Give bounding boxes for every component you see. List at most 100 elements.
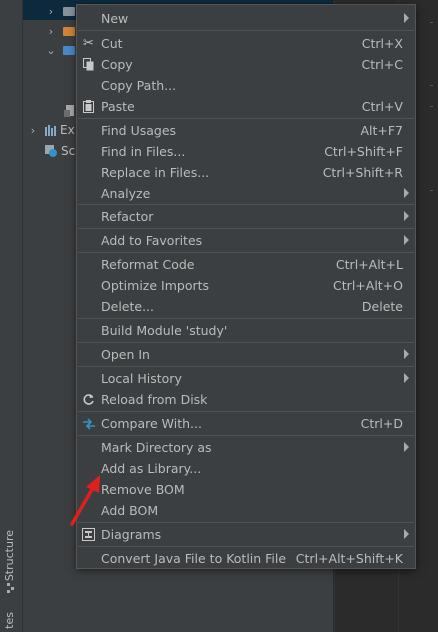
menu-item-label: Convert Java File to Kotlin File <box>101 551 287 566</box>
tree-row[interactable] <box>64 101 76 121</box>
menu-item-shortcut: Ctrl+Alt+L <box>335 257 403 272</box>
tree-row[interactable]: › <box>45 1 75 21</box>
menu-item-label: Refactor <box>101 209 154 224</box>
compare-arrows-icon <box>81 416 96 431</box>
menu-item-local-history[interactable]: Local History <box>77 368 415 389</box>
menu-item-label: Compare With... <box>101 416 202 431</box>
left-tool-strip: Structure tes <box>0 0 23 632</box>
menu-item-label: Paste <box>101 99 135 114</box>
favorites-tool-tab[interactable]: tes <box>3 612 16 629</box>
folder-icon <box>63 6 75 16</box>
submenu-arrow-icon <box>404 442 409 452</box>
menu-item-copy-path[interactable]: Copy Path... <box>77 75 415 96</box>
menu-item-add-to-favorites[interactable]: Add to Favorites <box>77 230 415 251</box>
menu-separator <box>78 204 414 205</box>
menu-item-new[interactable]: New <box>77 8 415 29</box>
menu-item-cut[interactable]: ✂ Cut Ctrl+X <box>77 33 415 54</box>
menu-item-label: Copy Path... <box>101 78 177 93</box>
clipboard-icon <box>81 99 96 114</box>
menu-item-mark-directory-as[interactable]: Mark Directory as <box>77 437 415 458</box>
source-folder-icon <box>63 45 75 55</box>
menu-item-replace-in-files[interactable]: Replace in Files... Ctrl+Shift+R <box>77 162 415 183</box>
menu-item-label: Find Usages <box>101 123 177 138</box>
menu-separator <box>78 30 414 31</box>
menu-item-shortcut: Alt+F7 <box>360 123 403 138</box>
menu-item-label: Find in Files... <box>101 144 186 159</box>
menu-item-shortcut: Ctrl+Shift+F <box>324 144 403 159</box>
menu-item-refactor[interactable]: Refactor <box>77 206 415 227</box>
menu-item-analyze[interactable]: Analyze <box>77 183 415 204</box>
menu-item-label: Diagrams <box>101 527 162 542</box>
menu-item-delete[interactable]: Delete... Delete <box>77 296 415 317</box>
submenu-arrow-icon <box>404 349 409 359</box>
menu-item-label: Delete... <box>101 299 154 314</box>
chevron-right-icon[interactable]: › <box>27 124 39 137</box>
menu-item-add-bom[interactable]: Add BOM <box>77 500 415 521</box>
editor-mark <box>430 85 433 86</box>
menu-item-reformat-code[interactable]: Reformat Code Ctrl+Alt+L <box>77 254 415 275</box>
menu-item-add-as-library[interactable]: Add as Library... <box>77 458 415 479</box>
submenu-arrow-icon <box>404 235 409 245</box>
menu-item-label: Remove BOM <box>101 482 185 497</box>
menu-item-build-module[interactable]: Build Module 'study' <box>77 320 415 341</box>
menu-item-shortcut: Ctrl+Alt+Shift+K <box>295 551 403 566</box>
menu-item-reload-from-disk[interactable]: Reload from Disk <box>77 389 415 410</box>
scratches-icon <box>45 145 57 157</box>
menu-item-compare-with[interactable]: Compare With... Ctrl+D <box>77 413 415 434</box>
submenu-arrow-icon <box>404 13 409 23</box>
annotation-arrow-icon <box>70 475 100 526</box>
menu-item-shortcut: Ctrl+X <box>361 36 403 51</box>
libraries-icon <box>45 124 56 136</box>
reload-icon <box>81 392 96 407</box>
submenu-arrow-icon <box>404 529 409 539</box>
menu-item-label: Add BOM <box>101 503 159 518</box>
submenu-arrow-icon <box>404 373 409 383</box>
menu-item-open-in[interactable]: Open In <box>77 344 415 365</box>
menu-item-label: Reload from Disk <box>101 392 208 407</box>
structure-icon <box>7 583 14 593</box>
menu-separator <box>78 252 414 253</box>
scissors-icon: ✂ <box>83 36 94 51</box>
menu-item-label: Optimize Imports <box>101 278 210 293</box>
menu-item-diagrams[interactable]: Diagrams <box>77 524 415 545</box>
chevron-right-icon[interactable]: › <box>45 5 57 18</box>
menu-item-label: New <box>101 11 129 26</box>
editor-mark <box>430 22 433 23</box>
menu-item-label: Mark Directory as <box>101 440 212 455</box>
tree-row-scratches[interactable]: Sc <box>39 141 75 161</box>
menu-separator <box>78 318 414 319</box>
menu-item-label: Add as Library... <box>101 461 202 476</box>
menu-item-shortcut: Ctrl+D <box>360 416 403 431</box>
menu-item-paste[interactable]: Paste Ctrl+V <box>77 96 415 117</box>
chevron-right-icon[interactable]: › <box>45 25 57 38</box>
copy-icon <box>81 57 96 72</box>
menu-item-label: Replace in Files... <box>101 165 210 180</box>
menu-item-shortcut: Ctrl+Alt+O <box>333 278 403 293</box>
menu-item-remove-bom[interactable]: Remove BOM <box>77 479 415 500</box>
menu-separator <box>78 411 414 412</box>
menu-separator <box>78 522 414 523</box>
editor-mark <box>430 106 433 107</box>
menu-separator <box>78 546 414 547</box>
menu-item-find-in-files[interactable]: Find in Files... Ctrl+Shift+F <box>77 141 415 162</box>
menu-item-optimize-imports[interactable]: Optimize Imports Ctrl+Alt+O <box>77 275 415 296</box>
excluded-folder-icon <box>63 26 75 36</box>
tree-row[interactable]: ⌄ <box>45 40 75 60</box>
menu-item-convert-java-to-kotlin[interactable]: Convert Java File to Kotlin File Ctrl+Al… <box>77 548 415 569</box>
context-menu: New ✂ Cut Ctrl+X Copy Ctrl+C Copy Path..… <box>76 4 416 569</box>
menu-item-copy[interactable]: Copy Ctrl+C <box>77 54 415 75</box>
tree-row-external-libraries[interactable]: › Ex <box>27 120 75 140</box>
menu-separator <box>78 228 414 229</box>
menu-item-label: Open In <box>101 347 150 362</box>
menu-separator <box>78 118 414 119</box>
menu-item-shortcut: Ctrl+C <box>361 57 403 72</box>
tree-row[interactable]: › <box>45 21 75 41</box>
chevron-down-icon[interactable]: ⌄ <box>45 44 57 57</box>
menu-item-label: Copy <box>101 57 133 72</box>
menu-item-shortcut: Ctrl+V <box>361 99 403 114</box>
structure-tool-tab[interactable]: Structure <box>3 530 16 581</box>
menu-item-label: Build Module 'study' <box>101 323 228 338</box>
menu-separator <box>78 435 414 436</box>
file-icon <box>64 105 74 117</box>
menu-item-find-usages[interactable]: Find Usages Alt+F7 <box>77 120 415 141</box>
